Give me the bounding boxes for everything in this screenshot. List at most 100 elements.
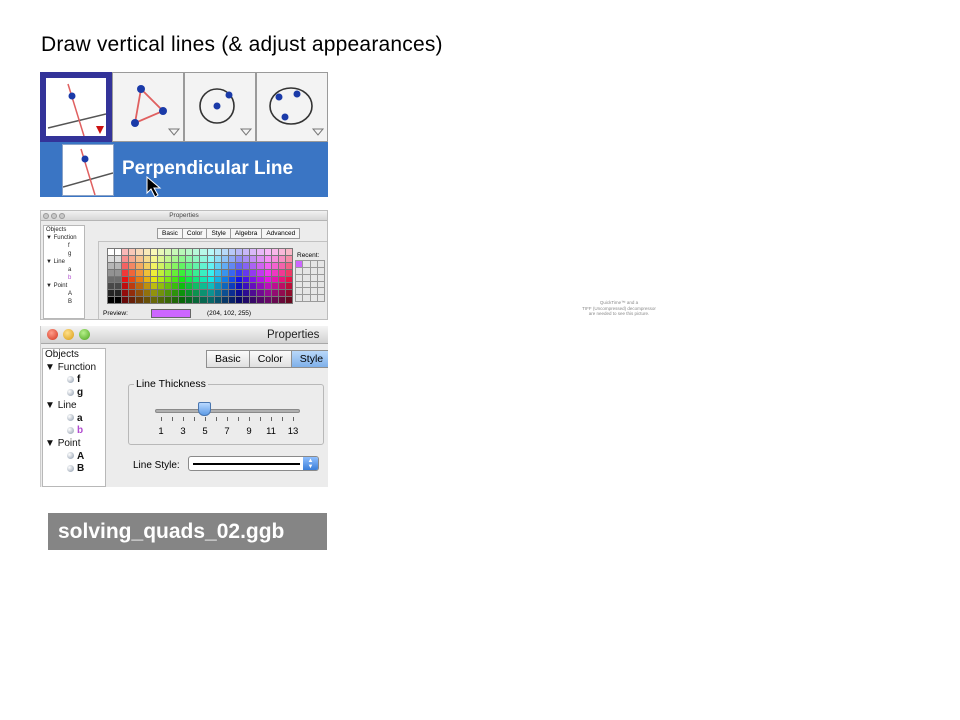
color-swatch[interactable] (257, 276, 264, 283)
color-swatch[interactable] (164, 255, 172, 262)
color-swatch[interactable] (129, 290, 136, 297)
color-swatch[interactable] (200, 255, 207, 262)
tree-group-line[interactable]: ▼ Line (46, 258, 84, 266)
color-swatch[interactable] (214, 290, 221, 297)
color-swatch[interactable] (264, 290, 271, 297)
color-swatch[interactable] (278, 249, 285, 255)
close-window-button[interactable] (47, 329, 58, 340)
color-swatch[interactable] (228, 255, 236, 262)
color-swatch[interactable] (214, 262, 221, 269)
color-swatch[interactable] (228, 297, 236, 303)
tab-basic[interactable]: Basic (157, 228, 183, 239)
tree-group-point[interactable]: ▼ Point (46, 282, 84, 290)
recent-color-swatch[interactable] (310, 261, 317, 267)
polygon-tool-button[interactable] (112, 72, 184, 142)
color-swatch[interactable] (221, 255, 228, 262)
recent-color-swatch[interactable] (317, 274, 324, 281)
color-swatch[interactable] (200, 276, 207, 283)
color-swatch[interactable] (228, 249, 236, 255)
color-swatch[interactable] (179, 269, 186, 276)
color-swatch[interactable] (136, 276, 143, 283)
color-swatch[interactable] (179, 249, 186, 255)
color-swatch[interactable] (221, 262, 228, 269)
color-swatch[interactable] (257, 297, 264, 303)
color-swatch[interactable] (164, 262, 172, 269)
tree-item-A[interactable]: A (46, 290, 84, 298)
color-swatch[interactable] (115, 249, 122, 255)
color-swatch[interactable] (193, 276, 200, 283)
color-swatch[interactable] (143, 290, 150, 297)
color-swatch[interactable] (122, 283, 129, 290)
color-swatch[interactable] (278, 255, 285, 262)
color-swatch[interactable] (250, 290, 257, 297)
color-swatch[interactable] (257, 269, 264, 276)
color-swatch[interactable] (172, 276, 179, 283)
color-swatch[interactable] (143, 262, 150, 269)
tab-advanced[interactable]: Advanced (261, 228, 301, 239)
color-swatch[interactable] (186, 262, 193, 269)
color-swatch[interactable] (164, 276, 172, 283)
color-swatch[interactable] (164, 297, 172, 303)
line-thickness-slider-knob[interactable] (198, 402, 211, 416)
color-swatch[interactable] (243, 255, 250, 262)
color-swatch[interactable] (221, 249, 228, 255)
tree-group-point[interactable]: ▼ Point (45, 438, 105, 451)
color-swatch[interactable] (193, 269, 200, 276)
color-swatch[interactable] (207, 262, 214, 269)
color-swatch[interactable] (108, 297, 115, 303)
tab-color[interactable]: Color (181, 228, 208, 239)
color-swatch[interactable] (157, 283, 164, 290)
color-swatch[interactable] (250, 283, 257, 290)
tree-item-f[interactable]: f (45, 374, 105, 387)
recent-colors-grid[interactable] (295, 260, 325, 302)
color-swatch[interactable] (136, 262, 143, 269)
color-swatch[interactable] (257, 255, 264, 262)
recent-color-swatch[interactable] (317, 281, 324, 288)
color-swatch[interactable] (285, 283, 292, 290)
color-swatch[interactable] (172, 283, 179, 290)
color-swatch[interactable] (157, 262, 164, 269)
color-swatch[interactable] (108, 269, 115, 276)
color-swatch[interactable] (207, 249, 214, 255)
color-swatch[interactable] (271, 249, 278, 255)
color-swatch[interactable] (271, 255, 278, 262)
color-swatch[interactable] (207, 290, 214, 297)
tab-style[interactable]: Style (290, 350, 328, 368)
recent-color-swatch[interactable] (296, 261, 303, 267)
color-swatch[interactable] (179, 297, 186, 303)
color-swatch[interactable] (129, 262, 136, 269)
tree-item-b[interactable]: b (45, 425, 105, 438)
color-swatch[interactable] (243, 276, 250, 283)
color-swatch[interactable] (221, 290, 228, 297)
color-swatch[interactable] (278, 269, 285, 276)
color-swatch[interactable] (150, 297, 157, 303)
color-swatch[interactable] (157, 290, 164, 297)
recent-color-swatch[interactable] (317, 267, 324, 274)
color-swatch[interactable] (129, 249, 136, 255)
color-swatch[interactable] (172, 249, 179, 255)
color-swatch[interactable] (150, 276, 157, 283)
color-swatch[interactable] (257, 290, 264, 297)
tree-item-B[interactable]: B (46, 298, 84, 306)
color-swatch[interactable] (264, 276, 271, 283)
color-swatch[interactable] (250, 297, 257, 303)
color-swatch[interactable] (157, 255, 164, 262)
tree-item-f[interactable]: f (46, 242, 84, 250)
color-swatch[interactable] (243, 283, 250, 290)
color-swatch[interactable] (228, 276, 236, 283)
color-swatch[interactable] (115, 269, 122, 276)
perpendicular-line-tool-button[interactable] (40, 72, 112, 142)
color-swatch[interactable] (143, 249, 150, 255)
color-swatch[interactable] (250, 255, 257, 262)
recent-color-swatch[interactable] (303, 295, 310, 301)
color-swatch[interactable] (285, 255, 292, 262)
color-swatch[interactable] (122, 276, 129, 283)
color-swatch[interactable] (143, 276, 150, 283)
color-palette[interactable] (107, 248, 293, 304)
color-swatch[interactable] (264, 269, 271, 276)
line-style-select[interactable]: ▲ ▼ (188, 456, 319, 471)
color-swatch[interactable] (122, 290, 129, 297)
color-swatch[interactable] (243, 249, 250, 255)
recent-color-swatch[interactable] (317, 261, 324, 267)
color-swatch[interactable] (214, 276, 221, 283)
